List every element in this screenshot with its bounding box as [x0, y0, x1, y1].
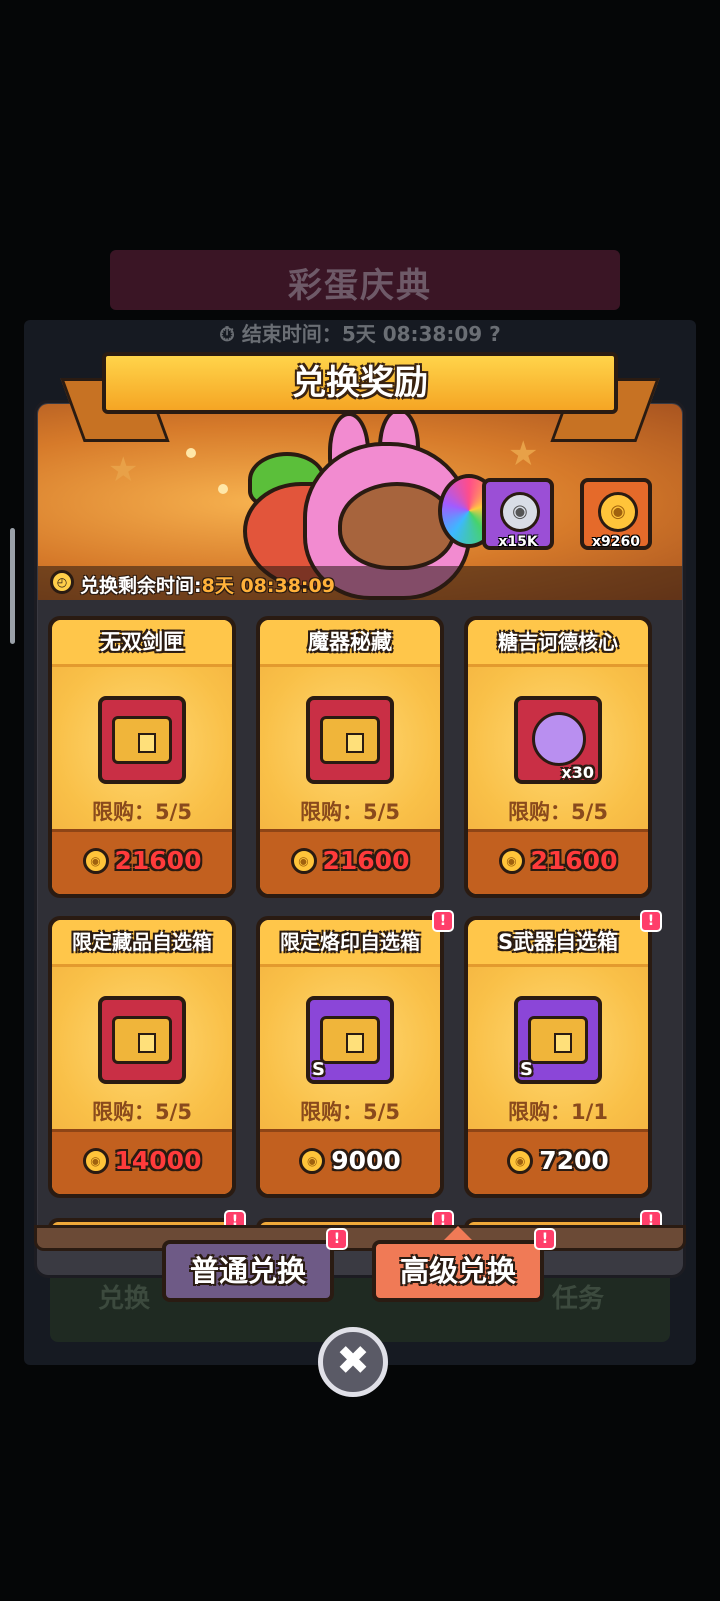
capybara-face-icon [338, 482, 456, 570]
coin-icon: ◉ [507, 1148, 534, 1174]
item-price: 21600 [114, 846, 202, 875]
artifact-chest-icon [320, 716, 380, 764]
item-price: 7200 [539, 1146, 609, 1175]
item-price: 14000 [114, 1146, 202, 1175]
item-card[interactable]: 无双剑匣 限购：5/5 ◉ 21600 [48, 616, 236, 898]
close-button[interactable]: ✖ [318, 1327, 388, 1397]
item-icon-box [306, 696, 394, 784]
background-tab-tasks: 任务 [552, 1284, 605, 1314]
background-tab-exchange: 兑换 [98, 1284, 151, 1314]
item-price: 21600 [322, 846, 410, 875]
item-title: 魔器秘藏 [260, 620, 440, 667]
item-title: 限定藏品自选箱 [52, 920, 232, 967]
currency-silver[interactable]: ◉ x15K [482, 478, 554, 550]
tab-normal-exchange[interactable]: 普通兑换 [162, 1240, 334, 1302]
event-title: 彩蛋庆典 [288, 266, 432, 306]
silver-bunny-coin-icon: ◉ [500, 492, 540, 532]
purchase-limit: 限购：5/5 [300, 1100, 400, 1124]
item-icon-box: S [306, 996, 394, 1084]
remaining-time-value: 8天 08:38:09 [201, 575, 335, 597]
item-title: S武器自选箱 [468, 920, 648, 967]
clock-icon: ⏱ [219, 322, 235, 346]
tab-advanced-exchange[interactable]: 高级兑换 [372, 1240, 544, 1302]
panel-bottom-edge [34, 1225, 686, 1251]
purchase-limit: 限购：5/5 [92, 800, 192, 824]
item-title: 限定烙印自选箱 [260, 920, 440, 967]
star-icon: ★ [108, 450, 139, 490]
collectible-chest-icon [112, 1016, 172, 1064]
currency-gold[interactable]: ◉ x9260 [580, 478, 652, 550]
buy-button[interactable]: ◉ 21600 [260, 829, 440, 894]
event-timer-value: 5天 08:38:09 [341, 322, 483, 346]
item-icon-box: S [514, 996, 602, 1084]
star-icon: ★ [508, 434, 539, 474]
item-title: 糖吉诃德核心 [468, 620, 648, 667]
weapon-select-chest-icon [528, 1016, 588, 1064]
rarity-tag: S [312, 1059, 325, 1080]
remaining-time-label: 兑换剩余时间: [80, 575, 202, 597]
remaining-time-bar: ◴ 兑换剩余时间:8天 08:38:09 [38, 566, 682, 600]
item-icon-box [98, 696, 186, 784]
coin-icon: ◉ [82, 848, 109, 874]
alert-badge-icon: ! [326, 1228, 348, 1250]
close-icon: ✖ [336, 1338, 370, 1384]
event-timer-label: 结束时间： [241, 322, 342, 346]
coin-icon: ◉ [299, 1148, 326, 1174]
item-card[interactable]: S武器自选箱 S 限购：1/1 ◉ 7200 [464, 916, 652, 1198]
gold-bunny-coin-icon: ◉ [598, 492, 638, 532]
item-icon-box [98, 996, 186, 1084]
brand-chest-icon [320, 1016, 380, 1064]
purchase-limit: 限购：5/5 [300, 800, 400, 824]
item-price: 9000 [331, 1146, 401, 1175]
rarity-tag: S [520, 1059, 533, 1080]
item-price: 21600 [530, 846, 618, 875]
buy-button[interactable]: ◉ 14000 [52, 1129, 232, 1194]
buy-button[interactable]: ◉ 9000 [260, 1129, 440, 1194]
weapon-chest-icon [112, 716, 172, 764]
help-icon: ? [489, 322, 501, 346]
buy-button[interactable]: ◉ 7200 [468, 1129, 648, 1194]
scroll-indicator [10, 528, 15, 644]
alert-badge-icon: ! [432, 910, 454, 932]
item-card[interactable]: 限定藏品自选箱 限购：5/5 ◉ 14000 [48, 916, 236, 1198]
alert-badge-icon: ! [534, 1228, 556, 1250]
item-quantity: x30 [561, 763, 594, 782]
item-card[interactable]: 糖吉诃德核心 x30 限购：5/5 ◉ 21600 [464, 616, 652, 898]
coin-icon: ◉ [498, 848, 525, 874]
item-grid: 无双剑匣 限购：5/5 ◉ 21600 魔器秘藏 限购：5/5 ◉ 21600 糖吉… [38, 600, 682, 1225]
header-ribbon: 兑换奖励 [102, 352, 618, 414]
purchase-limit: 限购：5/5 [508, 800, 608, 824]
panel-title: 兑换奖励 [292, 363, 428, 403]
currency-gold-count: x9260 [592, 534, 640, 550]
coin-icon: ◉ [82, 1148, 109, 1174]
buy-button[interactable]: ◉ 21600 [52, 829, 232, 894]
purchase-limit: 限购：5/5 [92, 1100, 192, 1124]
purchase-limit: 限购：1/1 [508, 1100, 608, 1124]
stopwatch-icon: ◴ [50, 570, 74, 594]
core-medal-icon [532, 712, 586, 766]
sparkle-icon [186, 448, 196, 458]
item-card[interactable]: 魔器秘藏 限购：5/5 ◉ 21600 [256, 616, 444, 898]
remaining-time: 兑换剩余时间:8天 08:38:09 [80, 571, 335, 598]
currency-silver-count: x15K [498, 534, 538, 550]
buy-button[interactable]: ◉ 21600 [468, 829, 648, 894]
sparkle-icon [218, 484, 228, 494]
coin-icon: ◉ [290, 848, 317, 874]
item-card[interactable]: 限定烙印自选箱 S 限购：5/5 ◉ 9000 [256, 916, 444, 1198]
item-icon-box: x30 [514, 696, 602, 784]
item-title: 无双剑匣 [52, 620, 232, 667]
event-timer: ⏱ 结束时间：5天 08:38:09 ? [0, 318, 720, 347]
alert-badge-icon: ! [640, 910, 662, 932]
